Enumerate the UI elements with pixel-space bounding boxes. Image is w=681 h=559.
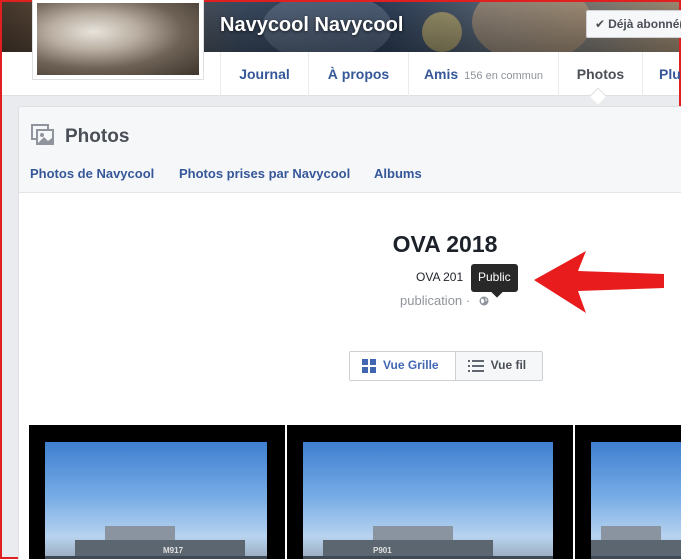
album-meta: publication · (400, 293, 471, 308)
check-icon: ✔ (595, 17, 606, 31)
avatar (37, 3, 199, 75)
nav-tab-label: Journal (239, 66, 290, 82)
follow-button[interactable]: ✔Déjà abonné(e) (586, 10, 681, 38)
album-subtitle: OVA 201 (416, 270, 464, 284)
photo-image (591, 442, 681, 559)
follow-label: Déjà abonné(e) (608, 17, 681, 31)
subtab-photos-of[interactable]: Photos de Navycool (30, 166, 154, 181)
profile-picture[interactable] (32, 0, 204, 80)
cover-shape (472, 2, 592, 52)
red-arrow (534, 251, 664, 313)
photos-card-header: Photos Photos de Navycool Photos prises … (19, 107, 681, 193)
nav-tab-label: À propos (327, 66, 390, 82)
photos-card: Photos Photos de Navycool Photos prises … (18, 106, 681, 559)
grid-icon (362, 359, 376, 373)
hull-number: P901 (373, 546, 392, 555)
list-view-label: Vue fil (490, 358, 527, 372)
grid-view-label: Vue Grille (383, 358, 439, 372)
view-toggle: Vue Grille Vue fil (349, 351, 544, 381)
nav-tab-more[interactable]: Plus (642, 52, 681, 96)
grid-view-button[interactable]: Vue Grille (350, 352, 456, 380)
globe-icon[interactable] (479, 296, 489, 306)
mutual-friends-count: 156 en commun (464, 70, 544, 82)
nav-tab-journal[interactable]: Journal (220, 52, 308, 96)
photo-tile[interactable]: P901 (287, 425, 575, 559)
list-view-button[interactable]: Vue fil (456, 352, 543, 380)
photo-tile[interactable] (575, 425, 681, 559)
photo-image: P901 (303, 442, 553, 559)
privacy-tooltip: Public (471, 264, 518, 292)
section-title: Photos (65, 126, 130, 147)
nav-tab-friends[interactable]: Amis 156 en commun (408, 52, 558, 96)
subtab-albums[interactable]: Albums (374, 166, 422, 181)
nav-tab-label: Photos (576, 66, 625, 82)
nav-tab-label: Plus (659, 66, 681, 82)
hull-number: M917 (163, 546, 184, 555)
cover-shape (422, 12, 462, 52)
photo-image: M917 (45, 442, 267, 559)
list-icon (467, 360, 484, 372)
nav-tab-about[interactable]: À propos (308, 52, 408, 96)
photos-icon (31, 124, 54, 145)
nav-tab-label: Amis (423, 66, 459, 82)
subtab-photos-by[interactable]: Photos prises par Navycool (179, 166, 350, 181)
photo-tile[interactable]: M917 (29, 425, 287, 559)
profile-name[interactable]: Navycool Navycool (220, 14, 403, 37)
